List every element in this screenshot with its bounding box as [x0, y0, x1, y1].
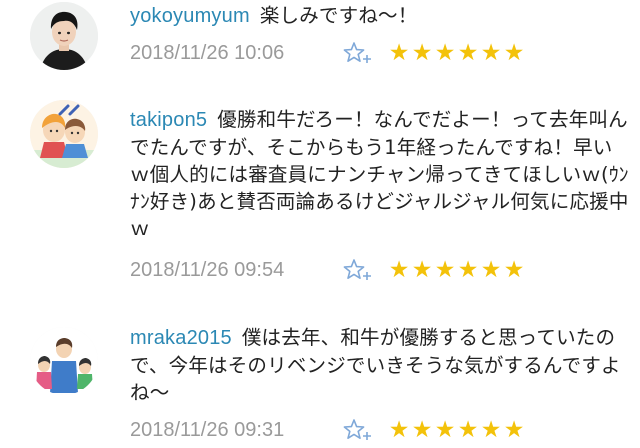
star-icon: ★ [480, 40, 503, 66]
family-illustration-avatar[interactable] [30, 327, 98, 395]
star-icon: ★ [411, 257, 434, 283]
star-rating[interactable]: ★★★★★★ [388, 417, 526, 443]
comment-timestamp: 2018/11/26 09:54 [130, 258, 285, 281]
star-rating[interactable]: ★★★★★★ [388, 257, 526, 283]
illustrated-avatar[interactable] [30, 100, 98, 168]
star-icon: ★ [457, 257, 480, 283]
comment-body: mraka2015 僕は去年、和牛が優勝すると思っていたので、今年はそのリベンジで… [130, 324, 632, 406]
comment-meta: 2018/11/26 10:06 ★★★★★★ [130, 38, 526, 68]
add-star-icon[interactable] [342, 41, 376, 65]
star-icon: ★ [480, 257, 503, 283]
star-icon: ★ [388, 257, 411, 283]
star-icon: ★ [434, 417, 457, 443]
star-icon: ★ [411, 40, 434, 66]
star-icon: ★ [503, 417, 526, 443]
star-icon: ★ [388, 40, 411, 66]
star-icon: ★ [434, 257, 457, 283]
star-icon: ★ [480, 417, 503, 443]
comment-text: 楽しみですね～！ [259, 4, 418, 27]
star-icon: ★ [503, 257, 526, 283]
star-icon: ★ [411, 417, 434, 443]
comment-timestamp: 2018/11/26 09:31 [130, 418, 285, 441]
star-rating[interactable]: ★★★★★★ [388, 40, 526, 66]
comment-body: takipon5 優勝和牛だろー！なんでだよー！って去年叫んでたんですが、そこから… [130, 106, 632, 242]
star-icon: ★ [457, 417, 480, 443]
comment-timestamp: 2018/11/26 10:06 [130, 41, 285, 64]
star-icon: ★ [503, 40, 526, 66]
comment-meta: 2018/11/26 09:31 ★★★★★★ [130, 415, 526, 445]
add-star-icon[interactable] [342, 258, 376, 282]
comment-username[interactable]: yokoyumyum [130, 5, 250, 27]
comment-body: yokoyumyum 楽しみですね～！ [130, 2, 632, 30]
star-icon: ★ [388, 417, 411, 443]
comment-list: yokoyumyum 楽しみですね～！ 2018/11/26 10:06 ★★★★… [0, 0, 640, 448]
star-icon: ★ [434, 40, 457, 66]
add-star-icon[interactable] [342, 418, 376, 442]
comment-username[interactable]: takipon5 [130, 109, 207, 131]
comment-username[interactable]: mraka2015 [130, 327, 232, 349]
comment-meta: 2018/11/26 09:54 ★★★★★★ [130, 255, 526, 285]
profile-photo-avatar[interactable] [30, 2, 98, 70]
star-icon: ★ [457, 40, 480, 66]
